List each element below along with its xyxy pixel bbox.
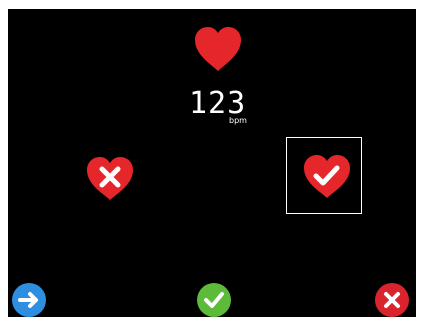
reject-heart-button[interactable]	[85, 156, 135, 202]
check-icon	[197, 283, 231, 317]
heart-icon	[192, 25, 244, 73]
close-icon	[375, 283, 409, 317]
cancel-button[interactable]	[375, 283, 409, 317]
confirm-button[interactable]	[197, 283, 231, 317]
next-button[interactable]	[12, 283, 46, 317]
heart-with-x-icon	[87, 157, 133, 200]
heart-with-check-icon	[304, 155, 350, 198]
heart-rate-value: 123	[189, 86, 247, 121]
heart-rate-unit: bpm	[229, 116, 247, 125]
heart-shape	[195, 27, 241, 71]
heart-rate-screen: 123 bpm	[8, 9, 416, 317]
arrow-right-icon	[12, 283, 46, 317]
accept-heart-button[interactable]	[302, 154, 352, 200]
